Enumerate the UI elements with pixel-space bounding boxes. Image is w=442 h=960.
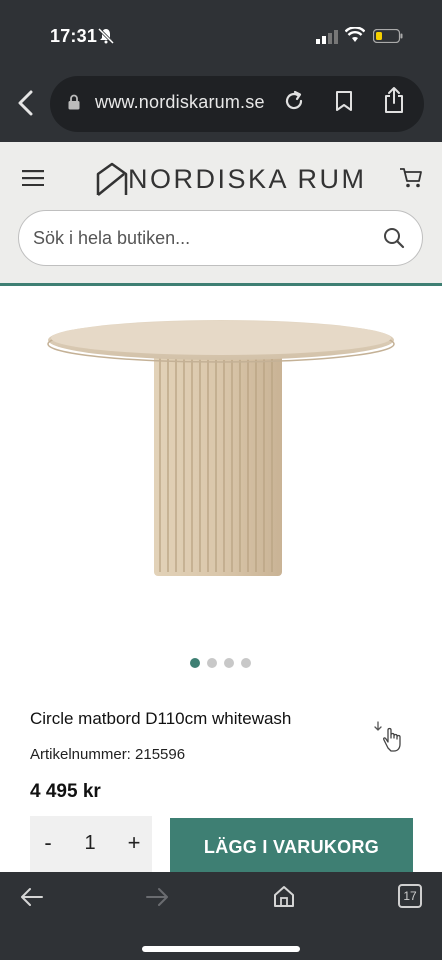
search-icon[interactable] (383, 227, 405, 249)
add-to-cart-button[interactable]: LÄGG I VARUKORG (170, 818, 413, 874)
tap-hand-icon (374, 721, 401, 752)
bookmark-icon[interactable] (334, 90, 354, 112)
browser-back-icon[interactable] (16, 90, 36, 116)
address-url[interactable]: www.nordiskarum.se (95, 92, 265, 113)
carousel-dot-1[interactable] (190, 658, 200, 668)
tabs-button[interactable]: 17 (398, 884, 422, 908)
product-price: 4 495 kr (30, 781, 101, 802)
menu-icon[interactable] (22, 170, 44, 186)
search-input[interactable] (33, 211, 373, 265)
site-logo[interactable]: NORDISKA RUM (128, 164, 367, 195)
battery-icon (373, 29, 403, 43)
site-header: NORDISKA RUM (0, 142, 442, 286)
product-image[interactable] (40, 310, 402, 590)
product-title: Circle matbord D110cm whitewash (30, 709, 292, 728)
browser-toolbar: www.nordiskarum.se (0, 70, 442, 142)
quantity-stepper: - 1 + (30, 816, 152, 874)
home-indicator (142, 946, 300, 952)
carousel-dots (190, 658, 260, 670)
cart-icon[interactable] (399, 167, 423, 189)
reload-icon[interactable] (283, 90, 305, 112)
status-bar: 17:31 (0, 0, 442, 70)
home-icon[interactable] (272, 884, 296, 908)
browser-bottom-bar: 17 (0, 872, 442, 960)
back-arrow-icon[interactable] (20, 886, 44, 908)
forward-arrow-icon[interactable] (145, 886, 169, 908)
carousel-dot-3[interactable] (224, 658, 234, 668)
carousel-dot-4[interactable] (241, 658, 251, 668)
status-time: 17:31 (50, 26, 98, 46)
search-bar (18, 210, 423, 266)
quantity-decrease-button[interactable]: - (38, 830, 58, 858)
quantity-value[interactable]: 1 (75, 832, 105, 855)
wifi-icon (345, 27, 365, 42)
product-sku: Artikelnummer: 215596 (30, 746, 186, 763)
quantity-increase-button[interactable]: + (124, 830, 144, 858)
lock-icon (68, 94, 80, 110)
cellular-signal-icon (316, 30, 338, 44)
bell-muted-icon (98, 28, 114, 44)
share-icon[interactable] (383, 86, 405, 114)
carousel-dot-2[interactable] (207, 658, 217, 668)
